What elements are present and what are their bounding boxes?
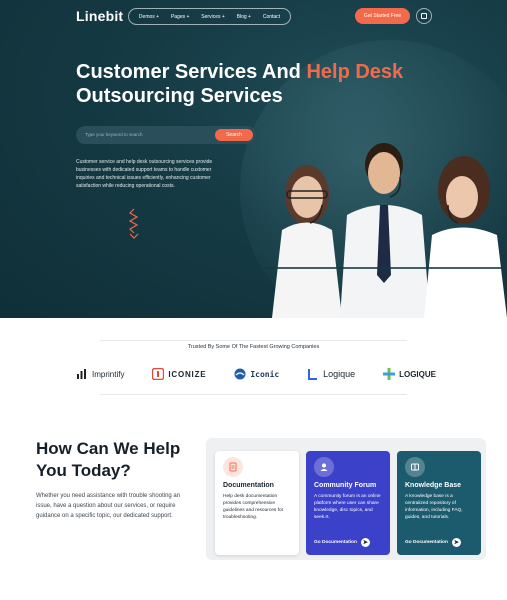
knowledge-icon <box>405 457 425 477</box>
brand-logique-caps: LOGIQUE <box>383 368 436 380</box>
iconic-logo-icon <box>234 368 246 380</box>
brand-iconic: Iconic <box>234 368 279 380</box>
arrow-right-icon: ➤ <box>451 538 461 547</box>
arrow-right-icon: ➤ <box>360 538 370 547</box>
nav-item-pages[interactable]: Pages + <box>171 14 190 20</box>
nav-item-demos[interactable]: Demos + <box>139 14 159 20</box>
card-text: A knowledge base is a centralized reposi… <box>405 494 463 520</box>
card-title: Knowledge Base <box>405 482 462 489</box>
brand-logos: Imprintify ICONIZE Iconic Logique LOGIQU… <box>76 366 436 382</box>
divider <box>100 340 407 341</box>
logique-logo-icon <box>308 369 318 380</box>
imprintify-logo-icon <box>77 369 86 379</box>
help-title: How Can We Help You Today? <box>36 439 181 480</box>
brand-logique: Logique <box>307 368 355 380</box>
brand-imprintify: Imprintify <box>76 368 124 380</box>
document-icon <box>223 457 243 477</box>
card-text: Help desk documentation provides compreh… <box>223 494 284 520</box>
brand-iconize: ICONIZE <box>152 368 206 380</box>
nav-item-services[interactable]: Services + <box>201 14 224 20</box>
search-button[interactable]: Search <box>215 129 253 141</box>
trusted-title: Trusted By Some Of The Fastest Growing C… <box>187 344 320 350</box>
get-started-button[interactable]: Get Started Free <box>355 8 410 24</box>
community-icon <box>314 457 334 477</box>
support-agents-image <box>252 143 507 318</box>
help-description: Whether you need assistance with trouble… <box>36 493 181 519</box>
nav-item-blog[interactable]: Blog + <box>237 14 251 20</box>
search-bar: Type your keyword to search Search <box>76 126 256 144</box>
divider <box>100 394 407 395</box>
card-documentation[interactable]: Documentation Help desk documentation pr… <box>215 451 299 555</box>
go-documentation-link[interactable]: Go Documentation ➤ <box>314 538 370 547</box>
card-community-forum[interactable]: Community Forum A community forum is an … <box>306 451 390 555</box>
card-knowledge-base[interactable]: Knowledge Base A knowledge base is a cen… <box>397 451 481 555</box>
card-title: Documentation <box>223 482 274 489</box>
nav-item-contact[interactable]: Contact <box>263 14 280 20</box>
search-input[interactable]: Type your keyword to search <box>85 132 143 137</box>
grid-menu-button[interactable] <box>416 8 432 24</box>
go-documentation-link[interactable]: Go Documentation ➤ <box>405 538 461 547</box>
logo[interactable]: Linebit <box>76 8 123 24</box>
squiggle-arrow-icon <box>128 208 139 239</box>
card-title: Community Forum <box>314 482 377 489</box>
iconize-logo-icon <box>152 368 165 380</box>
hero-section: Linebit Demos + Pages + Services + Blog … <box>0 0 507 318</box>
grid-icon <box>421 13 427 19</box>
card-text: A community forum is an online platform … <box>314 494 381 520</box>
hero-description: Customer service and help desk outsourci… <box>76 159 213 189</box>
main-nav: Demos + Pages + Services + Blog + Contac… <box>128 8 291 25</box>
hero-title: Customer Services And Help Desk Outsourc… <box>76 61 404 107</box>
logique-cross-logo-icon <box>383 368 396 380</box>
